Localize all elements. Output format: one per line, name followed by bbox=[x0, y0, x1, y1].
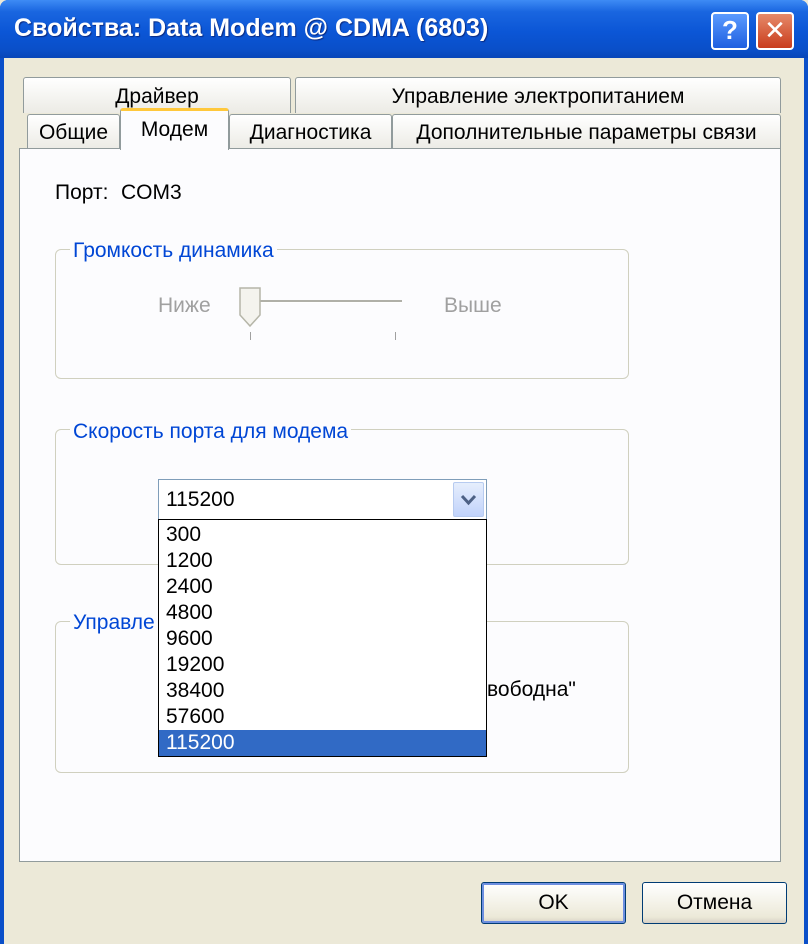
speaker-volume-title: Громкость динамика bbox=[70, 239, 277, 263]
window-title: Свойства: Data Modem @ CDMA (6803) bbox=[14, 14, 489, 42]
tab-driver-label: Драйвер bbox=[115, 85, 199, 108]
window-border-left bbox=[0, 58, 4, 944]
dropdown-option[interactable]: 57600 bbox=[159, 704, 486, 730]
tab-modem-label: Модем bbox=[140, 118, 209, 141]
dropdown-option[interactable]: 1200 bbox=[159, 548, 486, 574]
volume-tick-low bbox=[250, 332, 251, 340]
tab-power-management-label: Управление электропитанием bbox=[391, 85, 685, 108]
cancel-button[interactable]: Отмена bbox=[642, 882, 787, 924]
dropdown-option[interactable]: 300 bbox=[159, 522, 486, 548]
dropdown-button[interactable] bbox=[453, 482, 484, 517]
volume-slider-thumb[interactable] bbox=[239, 287, 261, 327]
close-button[interactable]: ✕ bbox=[756, 12, 794, 50]
speaker-volume-group bbox=[55, 249, 629, 379]
port-speed-select[interactable]: 115200 bbox=[158, 479, 487, 520]
ok-button[interactable]: OK bbox=[481, 882, 626, 924]
dropdown-option[interactable]: 19200 bbox=[159, 652, 486, 678]
dropdown-option[interactable]: 38400 bbox=[159, 678, 486, 704]
title-bar[interactable]: Свойства: Data Modem @ CDMA (6803) ? ✕ bbox=[0, 0, 808, 58]
properties-dialog: Свойства: Data Modem @ CDMA (6803) ? ✕ Д… bbox=[0, 0, 808, 944]
call-control-text: вободна" bbox=[487, 678, 576, 701]
help-button[interactable]: ? bbox=[711, 12, 749, 50]
volume-slider-track[interactable] bbox=[250, 300, 402, 303]
window-border-right bbox=[804, 58, 808, 944]
dropdown-option[interactable]: 9600 bbox=[159, 626, 486, 652]
tab-general-label: Общие bbox=[38, 121, 109, 144]
call-control-title: Управле bbox=[70, 611, 158, 635]
dropdown-option[interactable]: 2400 bbox=[159, 574, 486, 600]
port-label: Порт: bbox=[55, 181, 109, 204]
tab-general[interactable]: Общие bbox=[27, 114, 120, 149]
port-speed-value: 115200 bbox=[166, 488, 235, 511]
chevron-down-icon bbox=[460, 494, 477, 506]
volume-low-label: Ниже bbox=[158, 294, 211, 317]
tab-advanced-settings-label: Дополнительные параметры связи bbox=[416, 121, 757, 144]
tab-power-management[interactable]: Управление электропитанием bbox=[295, 77, 781, 113]
volume-tick-high bbox=[395, 332, 396, 340]
port-speed-title: Скорость порта для модема bbox=[70, 420, 352, 444]
port-value: COM3 bbox=[121, 181, 182, 204]
volume-high-label: Выше bbox=[444, 294, 502, 317]
tab-diagnostics-label: Диагностика bbox=[249, 121, 372, 144]
tab-diagnostics[interactable]: Диагностика bbox=[229, 114, 392, 149]
tab-modem[interactable]: Модем bbox=[120, 108, 229, 150]
dropdown-option[interactable]: 4800 bbox=[159, 600, 486, 626]
port-speed-dropdown-list: 300 1200 2400 4800 9600 19200 38400 57600 115200 bbox=[158, 519, 487, 757]
dropdown-option[interactable]: 115200 bbox=[159, 730, 486, 756]
tab-advanced-settings[interactable]: Дополнительные параметры связи bbox=[392, 114, 781, 149]
